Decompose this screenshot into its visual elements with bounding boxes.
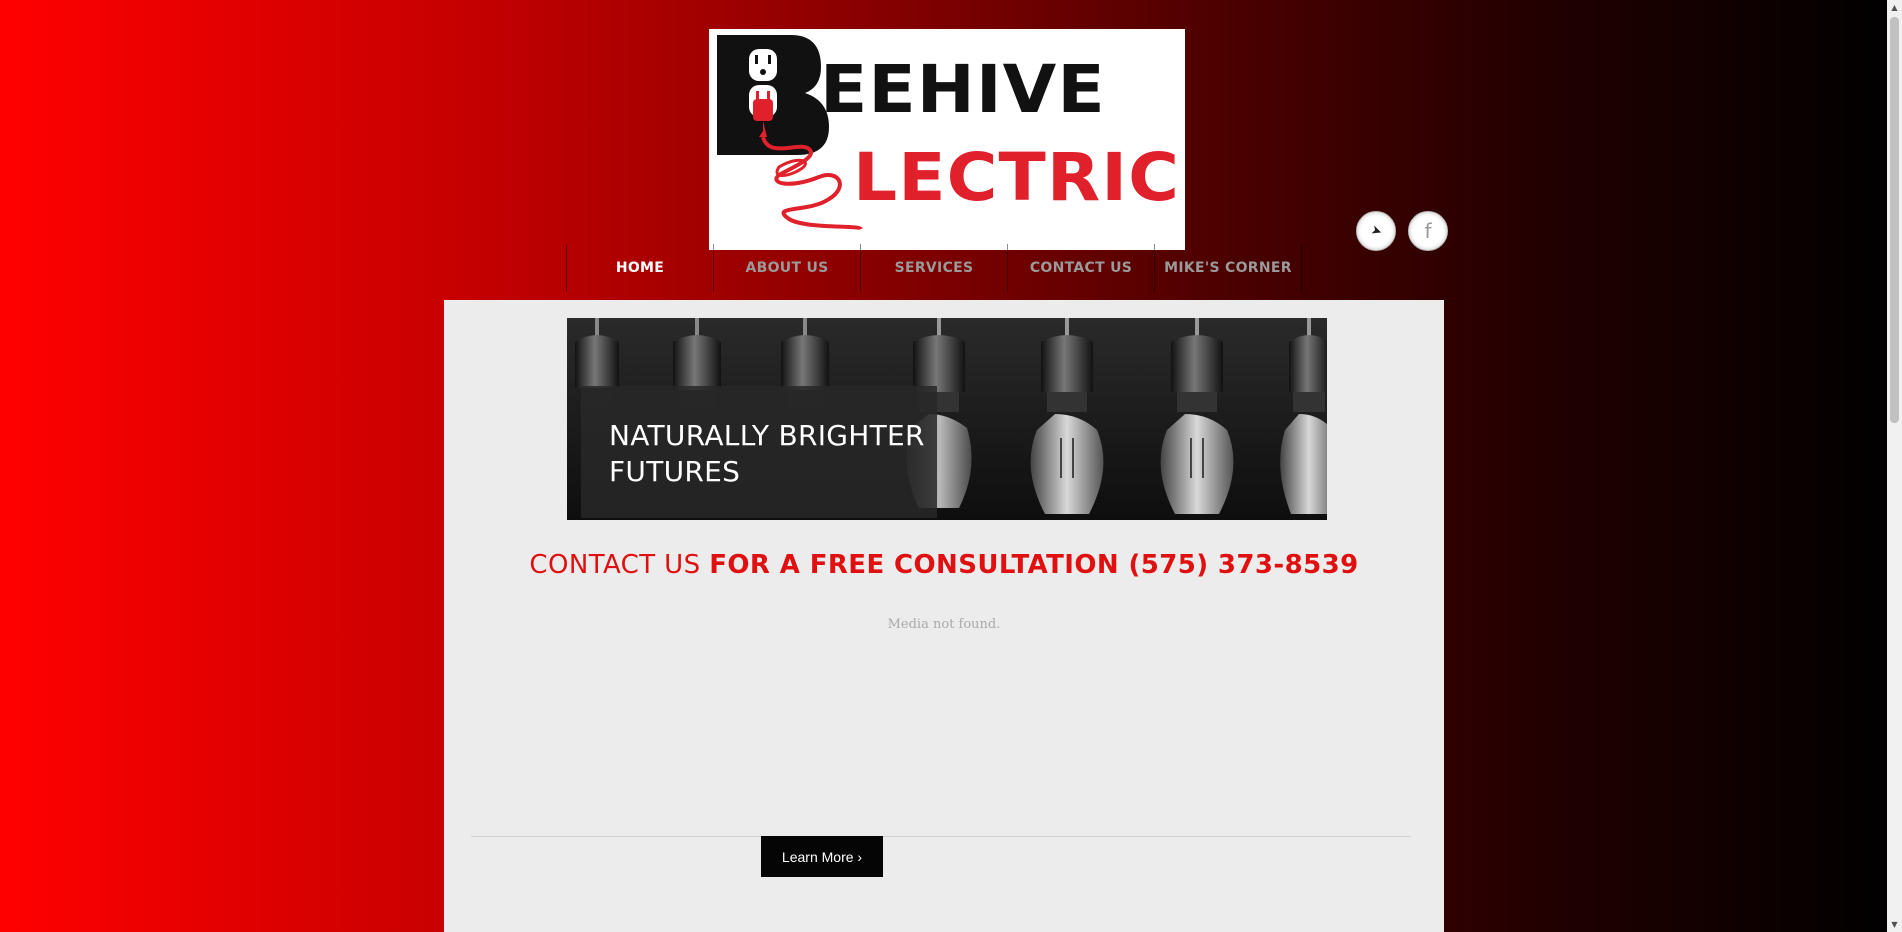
media-not-found-message: Media not found. [887,617,1001,632]
hero-banner: NATURALLY BRIGHTER FUTURES [567,318,1327,520]
logo-word-beehive: EEHIVE [820,51,1106,128]
scroll-down-icon[interactable]: ▼ [1887,917,1902,932]
page: EEHIVE LECTRIC ➤ f HOME ABOUT US SERVICE… [0,0,1902,932]
twitter-bird-icon: ➤ [1368,222,1384,240]
contact-headline: CONTACT US FOR A FREE CONSULTATION (575)… [444,550,1444,580]
banner-caption: NATURALLY BRIGHTER FUTURES [609,419,925,488]
nav-item-contact-us[interactable]: CONTACT US [1008,244,1155,292]
nav-item-services[interactable]: SERVICES [861,244,1008,292]
logo-word-electric: LECTRIC [853,139,1180,216]
site-logo[interactable]: EEHIVE LECTRIC [709,29,1185,250]
nav-item-about-us[interactable]: ABOUT US [714,244,861,292]
facebook-icon[interactable]: f [1408,211,1448,251]
content-divider [471,836,1411,837]
banner-caption-box: NATURALLY BRIGHTER FUTURES [581,386,937,518]
learn-more-button[interactable]: Learn More › [761,836,883,877]
page-scrollbar[interactable]: ▲ ▼ [1887,0,1902,932]
nav-item-mikes-corner[interactable]: MIKE'S CORNER [1155,244,1302,292]
contact-headline-bold: FOR A FREE CONSULTATION (575) 373-8539 [709,550,1359,580]
contact-headline-light: CONTACT US [529,550,710,580]
nav-item-home[interactable]: HOME [567,244,714,292]
scroll-up-icon[interactable]: ▲ [1887,0,1902,15]
main-nav: HOME ABOUT US SERVICES CONTACT US MIKE'S… [566,244,1302,292]
twitter-icon[interactable]: ➤ [1356,211,1396,251]
facebook-glyph: f [1424,219,1432,243]
scrollbar-thumb[interactable] [1890,17,1899,423]
main-content: NATURALLY BRIGHTER FUTURES CONTACT US FO… [444,300,1444,932]
